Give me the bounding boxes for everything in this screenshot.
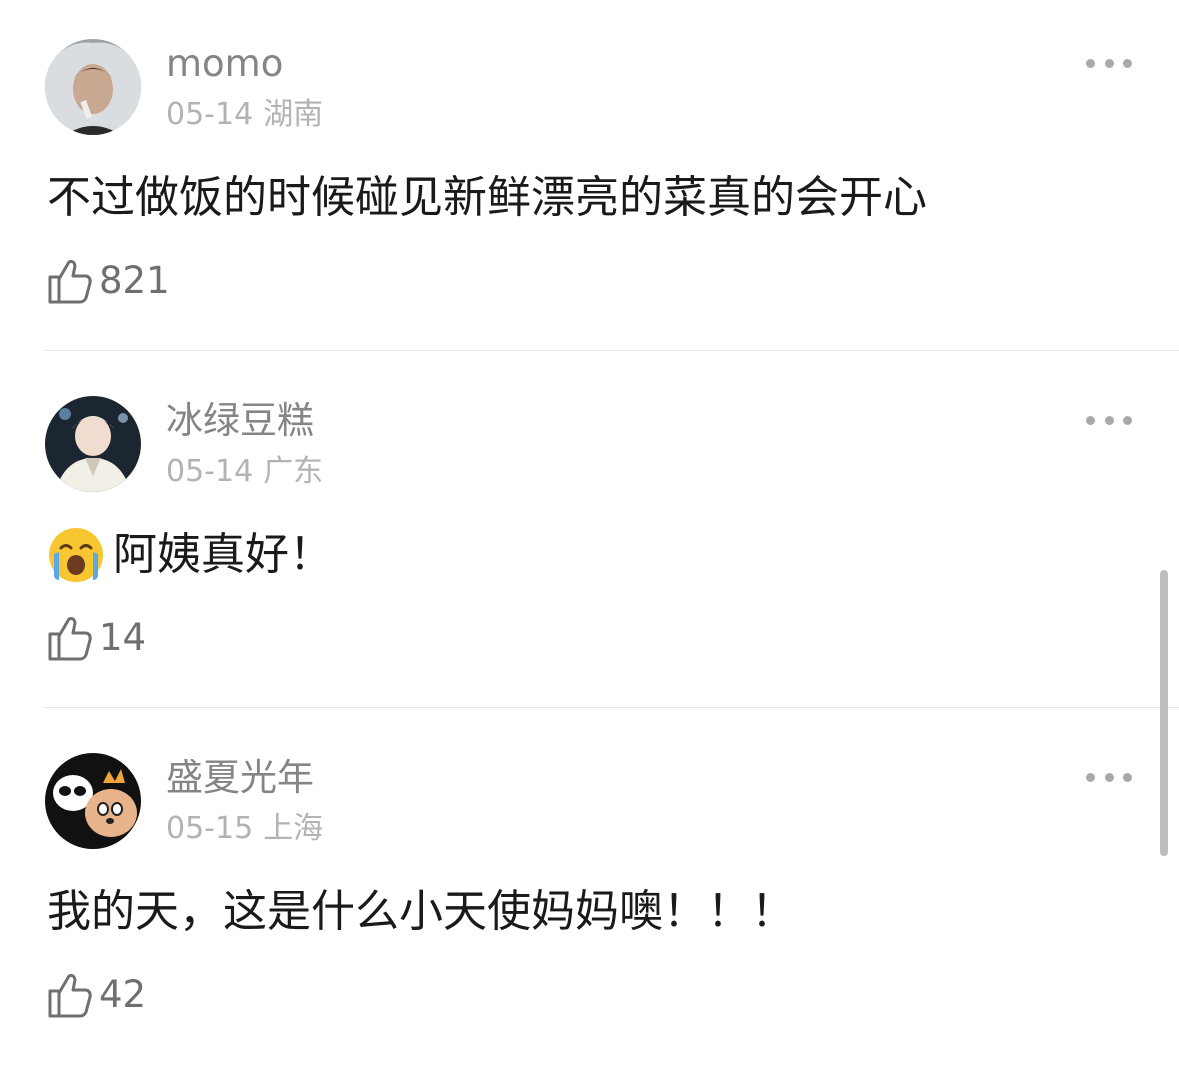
more-dots-icon: [1086, 415, 1095, 425]
like-button[interactable]: 14: [47, 611, 146, 665]
more-dot: [1104, 58, 1114, 68]
comment-meta: 05-14 广东: [166, 452, 323, 492]
username[interactable]: momo: [166, 42, 283, 86]
comment-text: 不过做饭的时候碰见新鲜漂亮的菜真的会开心: [47, 169, 927, 227]
comment-date: 05-14: [166, 454, 254, 489]
comment-text: 我的天，这是什么小天使妈妈噢！！！: [47, 883, 795, 941]
like-count: 14: [99, 616, 147, 659]
vertical-scrollbar[interactable]: [1160, 570, 1168, 856]
more-dots-icon: [1086, 772, 1095, 782]
more-dot: [1123, 58, 1132, 68]
avatar[interactable]: [45, 39, 141, 135]
thumbs-up-icon: [48, 617, 92, 661]
thumbs-up-icon: [48, 260, 92, 304]
username[interactable]: 冰绿豆糕: [166, 399, 314, 443]
comment-date: 05-15: [166, 811, 254, 846]
comment-location: 湖南: [263, 97, 324, 132]
like-button[interactable]: 821: [47, 254, 170, 308]
divider: [45, 707, 1179, 708]
comment-item: 盛夏光年 05-15 上海 我的天，这是什么小天使妈妈噢！！！ 42: [0, 714, 1179, 1071]
more-options-button[interactable]: [1081, 764, 1137, 790]
avatar[interactable]: [45, 396, 141, 492]
divider: [45, 350, 1179, 351]
more-options-button[interactable]: [1081, 50, 1137, 76]
comment-date: 05-14: [166, 97, 254, 132]
like-count: 42: [99, 973, 147, 1016]
thumbs-up-icon: [48, 974, 92, 1018]
more-options-button[interactable]: [1081, 407, 1137, 433]
more-dot: [1104, 415, 1114, 425]
comment-meta: 05-15 上海: [166, 809, 323, 849]
avatar-photo-icon: [45, 39, 141, 135]
comment-text-content: 阿姨真好！: [113, 529, 333, 580]
loudly-crying-face-emoji-icon: [49, 528, 103, 582]
like-count: 821: [99, 259, 170, 302]
comment-text-content: 不过做饭的时候碰见新鲜漂亮的菜真的会开心: [47, 172, 927, 223]
comment-meta: 05-14 湖南: [166, 95, 323, 135]
avatar-photo-icon: [45, 396, 141, 492]
comment-item: 冰绿豆糕 05-14 广东 阿姨真好！ 14: [0, 357, 1179, 714]
more-dot: [1123, 772, 1132, 782]
more-dots-icon: [1086, 58, 1095, 68]
comment-item: momo 05-14 湖南 不过做饭的时候碰见新鲜漂亮的菜真的会开心 821: [0, 0, 1179, 357]
username[interactable]: 盛夏光年: [166, 756, 314, 800]
comment-location: 上海: [263, 811, 324, 846]
avatar-cartoon-icon: [45, 753, 141, 849]
comment-text-content: 我的天，这是什么小天使妈妈噢！！！: [47, 886, 795, 937]
like-button[interactable]: 42: [47, 968, 146, 1022]
comment-text: 阿姨真好！: [47, 526, 333, 584]
more-dot: [1104, 772, 1114, 782]
avatar[interactable]: [45, 753, 141, 849]
more-dot: [1123, 415, 1132, 425]
comment-location: 广东: [263, 454, 324, 489]
